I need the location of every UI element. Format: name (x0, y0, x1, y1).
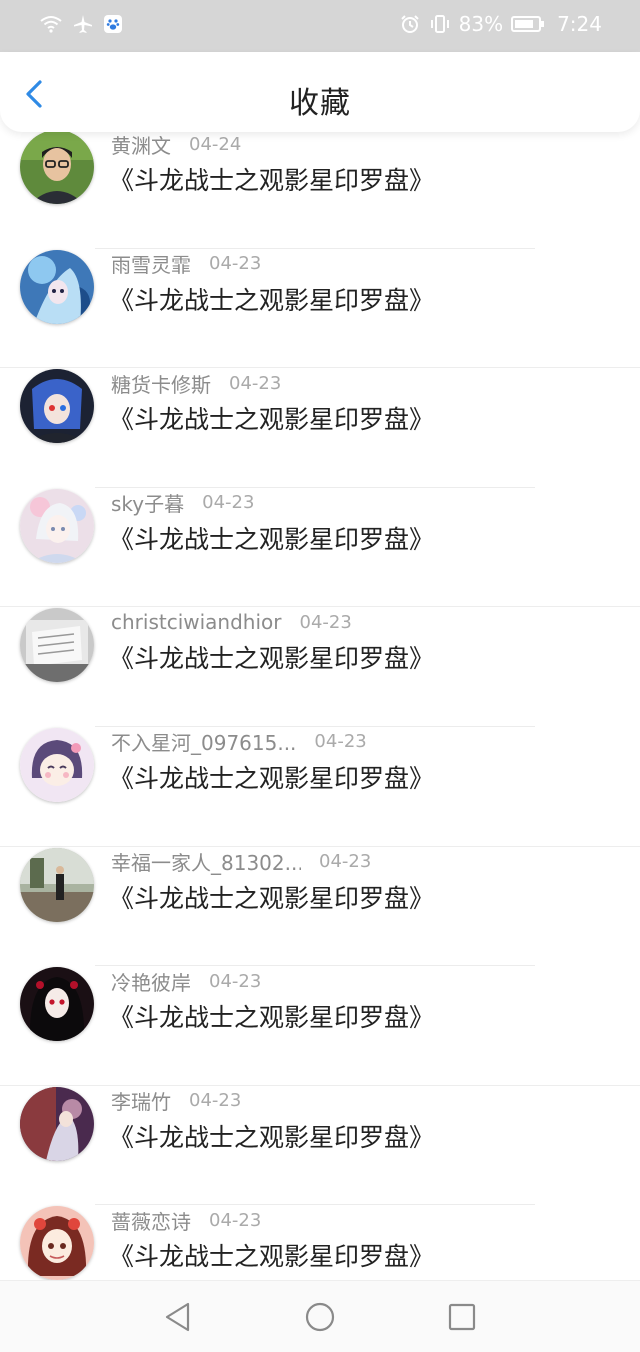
username[interactable]: 幸福一家人_81302... (111, 847, 301, 876)
item-meta: 幸福一家人_81302... 04-23 (111, 847, 371, 877)
favorite-title[interactable]: 《斗龙战士之观影星印罗盘》 (109, 639, 434, 675)
item-meta: 不入星河_097615... 04-23 (111, 727, 367, 757)
top-app-bar: 收藏 (0, 52, 640, 132)
favorite-title[interactable]: 《斗龙战士之观影星印罗盘》 (109, 998, 434, 1034)
item-date: 04-23 (319, 851, 372, 873)
username[interactable]: 冷艳彼岸 (111, 967, 191, 996)
favorite-item[interactable]: 糖货卡修斯 04-23 《斗龙战士之观影星印罗盘》 (0, 368, 640, 488)
favorite-item[interactable]: 冷艳彼岸 04-23 《斗龙战士之观影星印罗盘》 (0, 966, 640, 1086)
user-avatar[interactable] (20, 1086, 94, 1161)
item-meta: 蔷薇恋诗 04-23 (111, 1205, 261, 1235)
favorite-title[interactable]: 《斗龙战士之观影星印罗盘》 (109, 879, 434, 915)
favorite-item[interactable]: 李瑞竹 04-23 《斗龙战士之观影星印罗盘》 (0, 1086, 640, 1206)
nav-home-button[interactable] (304, 1301, 336, 1333)
username[interactable]: 李瑞竹 (111, 1086, 171, 1115)
battery-level (515, 20, 534, 28)
favorite-item[interactable]: christciwiandhior 04-23 《斗龙战士之观影星印罗盘》 (0, 607, 640, 727)
item-date: 04-24 (189, 133, 242, 155)
item-date: 04-23 (299, 611, 352, 633)
item-meta: 李瑞竹 04-23 (111, 1086, 241, 1116)
item-date: 04-23 (314, 731, 367, 753)
favorite-title[interactable]: 《斗龙战士之观影星印罗盘》 (109, 759, 434, 795)
user-avatar[interactable] (20, 132, 94, 204)
user-avatar[interactable] (20, 967, 94, 1042)
user-avatar[interactable] (20, 727, 94, 802)
favorites-list-inner: 黄渊文 04-24 《斗龙战士之观影星印罗盘》 雨雪灵霏 04-23 《斗龙战士之观影星印… (0, 132, 640, 1280)
favorite-item[interactable]: sky子暮 04-23 《斗龙战士之观影星印罗盘》 (0, 488, 640, 608)
nav-recent-button[interactable] (446, 1301, 478, 1333)
favorite-title[interactable]: 《斗龙战士之观影星印罗盘》 (109, 520, 434, 556)
username[interactable]: 雨雪灵霏 (111, 249, 191, 278)
user-avatar[interactable] (20, 608, 94, 683)
item-date: 04-23 (229, 372, 282, 394)
triangle-back-icon (165, 1302, 190, 1332)
user-avatar[interactable] (20, 1206, 94, 1280)
user-avatar[interactable] (20, 847, 94, 922)
favorite-title[interactable]: 《斗龙战士之观影星印罗盘》 (109, 281, 434, 317)
favorite-title[interactable]: 《斗龙战士之观影星印罗盘》 (109, 1237, 434, 1273)
favorite-item[interactable]: 黄渊文 04-24 《斗龙战士之观影星印罗盘》 (0, 132, 640, 249)
square-recent-icon (448, 1303, 476, 1331)
item-meta: 雨雪灵霏 04-23 (111, 249, 261, 279)
airplane-icon (72, 13, 94, 35)
alarm-icon (399, 13, 421, 35)
username[interactable]: 不入星河_097615... (111, 727, 296, 756)
wifi-icon (40, 13, 62, 35)
favorite-item[interactable]: 雨雪灵霏 04-23 《斗龙战士之观影星印罗盘》 (0, 249, 640, 369)
username[interactable]: 糖货卡修斯 (111, 369, 211, 398)
user-avatar[interactable] (20, 249, 94, 324)
battery-percent: 83% (458, 12, 504, 36)
favorite-title[interactable]: 《斗龙战士之观影星印罗盘》 (109, 1118, 434, 1154)
circle-home-icon (305, 1302, 335, 1332)
favorite-title[interactable]: 《斗龙战士之观影星印罗盘》 (109, 161, 434, 197)
username[interactable]: christciwiandhior (111, 610, 282, 634)
favorite-item[interactable]: 幸福一家人_81302... 04-23 《斗龙战士之观影星印罗盘》 (0, 847, 640, 967)
item-date: 04-23 (202, 492, 255, 514)
username[interactable]: 蔷薇恋诗 (111, 1206, 191, 1235)
item-date: 04-23 (209, 253, 262, 275)
favorite-item[interactable]: 不入星河_097615... 04-23 《斗龙战士之观影星印罗盘》 (0, 727, 640, 847)
user-avatar[interactable] (20, 369, 94, 444)
username[interactable]: 黄渊文 (111, 132, 171, 159)
favorites-list[interactable]: 黄渊文 04-24 《斗龙战士之观影星印罗盘》 雨雪灵霏 04-23 《斗龙战士之观影星印… (0, 132, 640, 1280)
user-avatar[interactable] (20, 488, 94, 563)
item-date: 04-23 (189, 1090, 242, 1112)
system-nav-bar (0, 1280, 640, 1352)
item-meta: 冷艳彼岸 04-23 (111, 966, 261, 996)
item-date: 04-23 (209, 1209, 262, 1231)
item-meta: christciwiandhior 04-23 (111, 607, 352, 637)
status-time: 7:24 (557, 12, 602, 36)
page-title: 收藏 (289, 86, 351, 121)
status-right-icons: 83% 7:24 (399, 12, 602, 36)
battery-icon (511, 16, 545, 32)
item-meta: 糖货卡修斯 04-23 (111, 368, 281, 398)
vibrate-icon (429, 13, 451, 35)
status-left-icons (40, 13, 122, 35)
item-meta: 黄渊文 04-24 (111, 132, 241, 159)
item-meta: sky子暮 04-23 (111, 488, 254, 518)
baidu-paw-icon (104, 15, 122, 33)
favorite-title[interactable]: 《斗龙战士之观影星印罗盘》 (109, 400, 434, 436)
username[interactable]: sky子暮 (111, 488, 184, 517)
favorite-item[interactable]: 蔷薇恋诗 04-23 《斗龙战士之观影星印罗盘》 (0, 1205, 640, 1280)
nav-back-button[interactable] (162, 1301, 194, 1333)
status-bar: 83% 7:24 (0, 0, 640, 52)
item-date: 04-23 (209, 970, 262, 992)
